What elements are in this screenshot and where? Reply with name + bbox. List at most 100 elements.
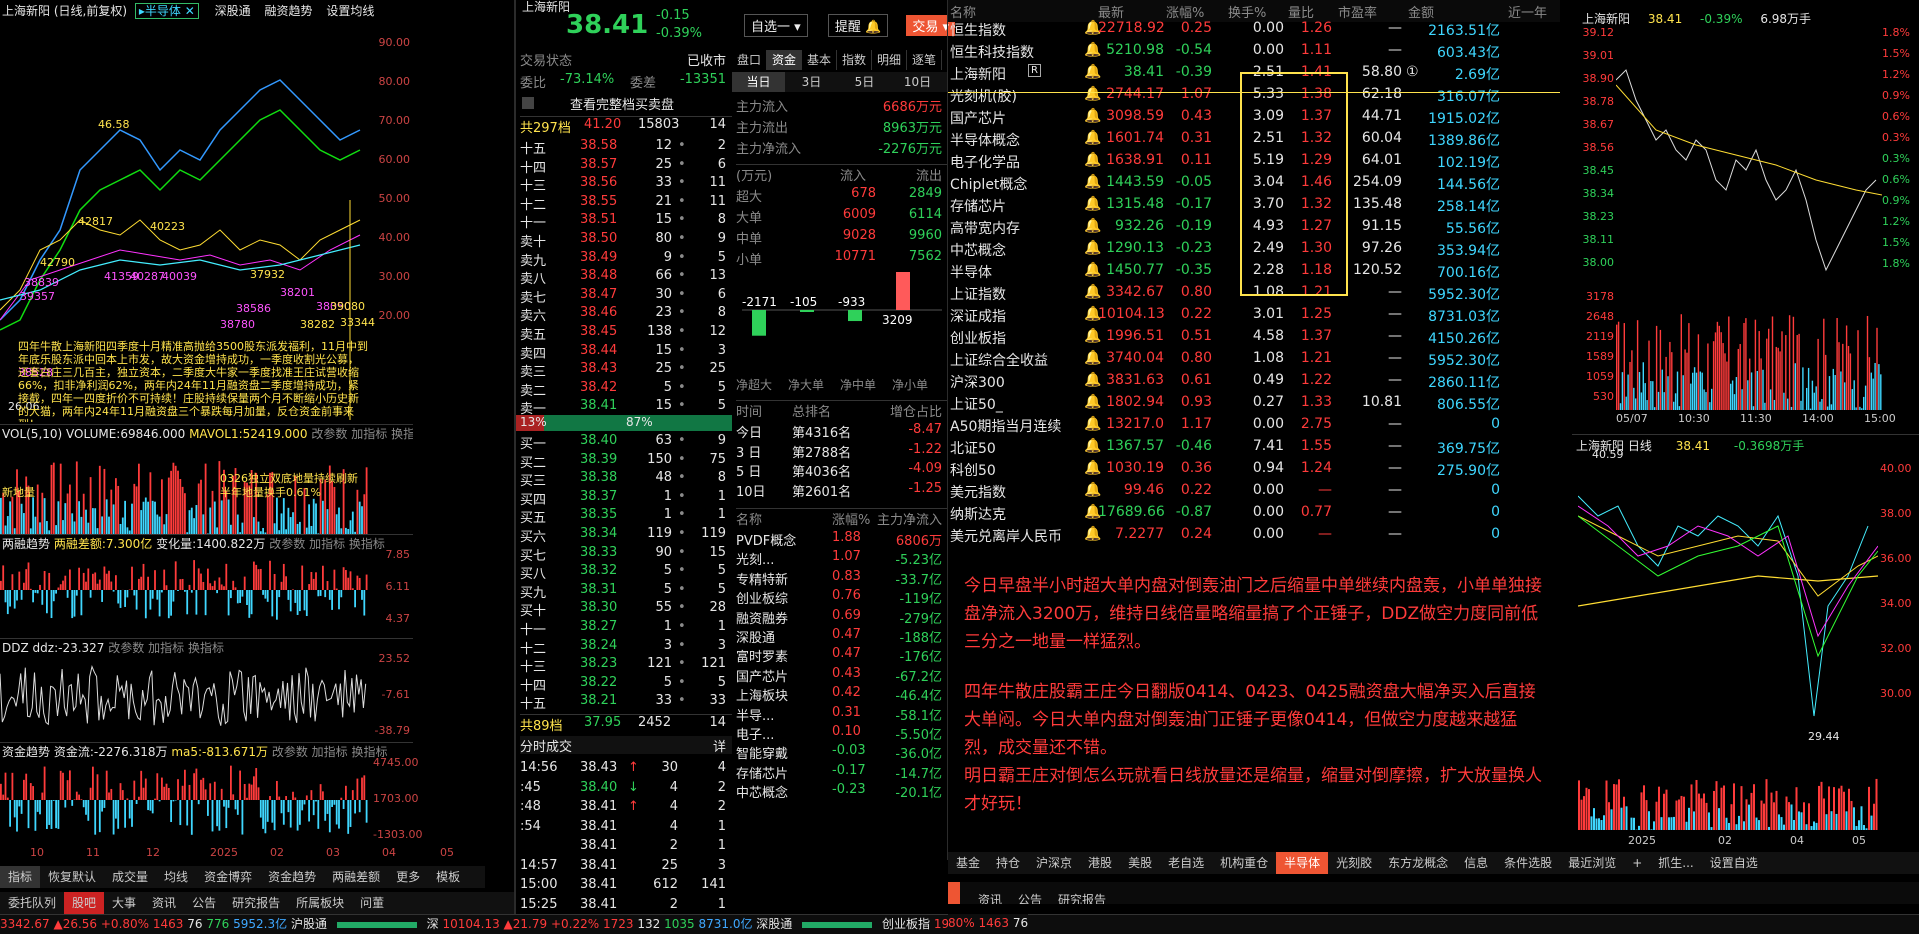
quote-row[interactable]: 沪深300 🔔 3831.63 0.61 0.49 1.22—2860.11亿 [948,370,1560,392]
tab-more[interactable]: 更多 [388,866,428,888]
sell-level[interactable]: 卖八 38.48 66 • 13 [520,268,732,287]
quote-row[interactable]: 上证综合全收益 🔔 3740.04 0.80 1.08 1.21—5952.30亿 [948,348,1560,370]
buy-level[interactable]: 十二 38.24 3 • 3 [520,638,732,657]
sector-row[interactable]: 光刻... 1.07 -5.23亿 [736,549,948,568]
tab-group-7[interactable]: 半导体 [1276,852,1329,874]
sell-level[interactable]: 十五 38.58 12 • 2 [520,138,732,157]
tab-group-9[interactable]: 东方龙概念 [1380,852,1456,874]
buy-level[interactable]: 买一 38.40 63 • 9 [520,433,732,452]
buy-level[interactable]: 买四 38.37 1 • 1 [520,489,732,508]
tab-research[interactable]: 研究报告 [224,892,288,914]
tab-group-10[interactable]: 信息 [1456,852,1496,874]
tab-margin[interactable]: 两融差额 [324,866,388,888]
buy-level[interactable]: 买五 38.35 1 • 1 [520,507,732,526]
sh-index[interactable]: 3342.67 [0,917,50,931]
quote-row[interactable]: 深证成指 🔔 10104.13 0.22 3.01 1.25—8731.03亿 [948,304,1560,326]
quote-row[interactable]: 美元兑离岸人民币 🔔 7.2277 0.24 0.00— —0 [948,524,1560,546]
tab-group-3[interactable]: 港股 [1080,852,1120,874]
sell-level[interactable]: 卖二 38.42 5 • 5 [520,380,732,399]
sector-row[interactable]: PVDF概念 1.88 6806万 [736,530,948,549]
sector-row[interactable]: 国产芯片 0.43 -67.2亿 [736,666,948,685]
buy-level[interactable]: 十四 38.22 5 • 5 [520,675,732,694]
quote-row[interactable]: 美元指数 🔔 99.46 0.22 0.00— —0 [948,480,1560,502]
tab-period-2[interactable]: 5日 [838,72,891,92]
sector-row[interactable]: 存储芯片 -0.17 -14.7亿 [736,763,948,782]
buy-level[interactable]: 买九 38.31 5 • 5 [520,582,732,601]
sector-row[interactable]: 专精特新 0.83 -33.7亿 [736,569,948,588]
tab-capital-trend[interactable]: 资金趋势 [260,866,324,888]
tab-notice[interactable]: 公告 [1010,889,1050,904]
tab-group-0[interactable]: 基金 [948,852,988,874]
tab-guba[interactable]: 股吧 [64,892,105,914]
quote-row[interactable]: 恒生科技指数 🔔 5210.98 -0.54 0.00 1.11—603.43亿 [948,40,1560,62]
tab-cap-5[interactable]: 逐笔 [907,50,942,70]
tab-group-1[interactable]: 持仓 [988,852,1028,874]
sector-row[interactable]: 半导... 0.31 -58.1亿 [736,705,948,724]
quote-row[interactable]: 科创50 🔔 1030.19 0.36 0.94 1.24—275.90亿 [948,458,1560,480]
tab-period-1[interactable]: 3日 [785,72,838,92]
tab-ma-settings[interactable]: 设置均线 [326,4,374,18]
board-tab[interactable]: ▸半导体 ✕ [134,3,199,19]
switch-indicator-button[interactable]: 换指标 [391,427,413,441]
sector-row[interactable]: 上海板块 0.42 -46.4亿 [736,685,948,704]
cap-tabs[interactable]: 盘口 资金 基本 指数 明细 逐笔 [732,50,947,70]
buy-level[interactable]: 买八 38.32 5 • 5 [520,563,732,582]
sell-level[interactable]: 卖五 38.45 138 • 12 [520,324,732,343]
quote-row[interactable]: 创业板指 🔔 1996.51 0.51 4.58 1.37—4150.26亿 [948,326,1560,348]
tab-indicator[interactable]: 指标 [0,866,41,888]
buy-level[interactable]: 十五 38.21 33 • 33 [520,693,732,712]
tab-ma[interactable]: 均线 [156,866,196,888]
tick-detail-button[interactable]: 详 [713,736,726,755]
tab-cap-4[interactable]: 明细 [872,50,907,70]
sector-row[interactable]: 融资融券 0.69 -279亿 [736,608,948,627]
tab-cap-0[interactable]: 盘口 [732,50,767,70]
sector-row[interactable]: 中芯概念 -0.23 -20.1亿 [736,782,948,801]
tab-cap-2[interactable]: 基本 [802,50,837,70]
tab-period-3[interactable]: 10日 [891,72,944,92]
indicator-tabs[interactable]: 指标 恢复默认 成交量 均线 资金博弈 资金趋势 两融差额 更多 模板 [0,866,485,888]
tab-cap-3[interactable]: 指数 [837,50,872,70]
tab-events[interactable]: 大事 [104,892,144,914]
tab-news[interactable]: 资讯 [144,892,184,914]
kline-panel[interactable]: 上海新阳 (日线,前复权) ▸半导体 ✕ 深股通 融资趋势 设置均线 90.00… [0,0,516,934]
sector-row[interactable]: 富时罗素 0.47 -176亿 [736,646,948,665]
kline-mode[interactable]: (日线,前复权) [54,4,127,18]
tab-group-8[interactable]: 光刻胶 [1328,852,1380,874]
edit-params-button[interactable]: 改参数 [311,427,347,441]
buy-level[interactable]: 买十 38.30 55 • 28 [520,600,732,619]
quote-row[interactable]: 上证50_ 🔔 1802.94 0.93 0.27 1.33 10.81 806.55亿 [948,392,1560,414]
sector-row[interactable]: 深股通 0.47 -188亿 [736,627,948,646]
sector-row[interactable]: 创业板综 0.76 -119亿 [736,588,948,607]
sell-level[interactable]: 十一 38.51 15 • 8 [520,212,732,231]
sell-level[interactable]: 卖九 38.49 9 • 5 [520,250,732,269]
quote-table[interactable]: 名称 最新 涨幅% 换手% 量比 市盈率 金额 近一年 恒生指数 🔔 22718.92 0.25 0.… [948,0,1560,860]
tab-group-11[interactable]: 条件选股 [1496,852,1560,874]
tab-notice[interactable]: 公告 [184,892,224,914]
add-indicator-button[interactable]: 加指标 [351,427,387,441]
tab-cap-1[interactable]: 资金 [767,50,802,70]
tab-group-6[interactable]: 机构重仓 [1212,852,1276,874]
sector-row[interactable]: 智能穿戴 -0.03 -36.0亿 [736,743,948,762]
sgt-link[interactable]: 深股通 [756,917,792,931]
tab-ask[interactable]: 问董 [352,892,392,914]
period-tabs[interactable]: 当日 3日 5日 10日 [732,72,947,92]
quote-row[interactable]: A50期指当月连续 🔔 13217.0 1.17 0.00 2.75—0 [948,414,1560,436]
tab-group-2[interactable]: 沪深京 [1028,852,1080,874]
tab-group-4[interactable]: 美股 [1120,852,1160,874]
tab-restore[interactable]: 恢复默认 [40,866,104,888]
sell-level[interactable]: 卖七 38.47 30 • 6 [520,287,732,306]
tab-news[interactable]: 资讯 [970,889,1010,904]
quote-actions[interactable]: 自选一 ▾ 提醒 🔔 交易 ▾ [744,14,955,38]
tab-order-queue[interactable]: 委托队列 [0,892,64,914]
buy-level[interactable]: 买七 38.33 90 • 15 [520,545,732,564]
sector-row[interactable]: 电子... 0.10 -5.50亿 [736,724,948,743]
hgt-link[interactable]: 沪股通 [291,917,327,931]
buy-level[interactable]: 买三 38.38 48 • 8 [520,470,732,489]
tab-volume[interactable]: 成交量 [104,866,156,888]
buy-level[interactable]: 十一 38.27 1 • 1 [520,619,732,638]
tab-template[interactable]: 模板 [428,866,468,888]
sell-level[interactable]: 卖六 38.46 23 • 8 [520,305,732,324]
tab-research[interactable]: 研究报告 [1050,889,1114,904]
quote-row[interactable]: 纳斯达克 🔔 17689.66 -0.87 0.00 0.77—0 [948,502,1560,524]
sell-level[interactable]: 卖十 38.50 80 • 9 [520,231,732,250]
